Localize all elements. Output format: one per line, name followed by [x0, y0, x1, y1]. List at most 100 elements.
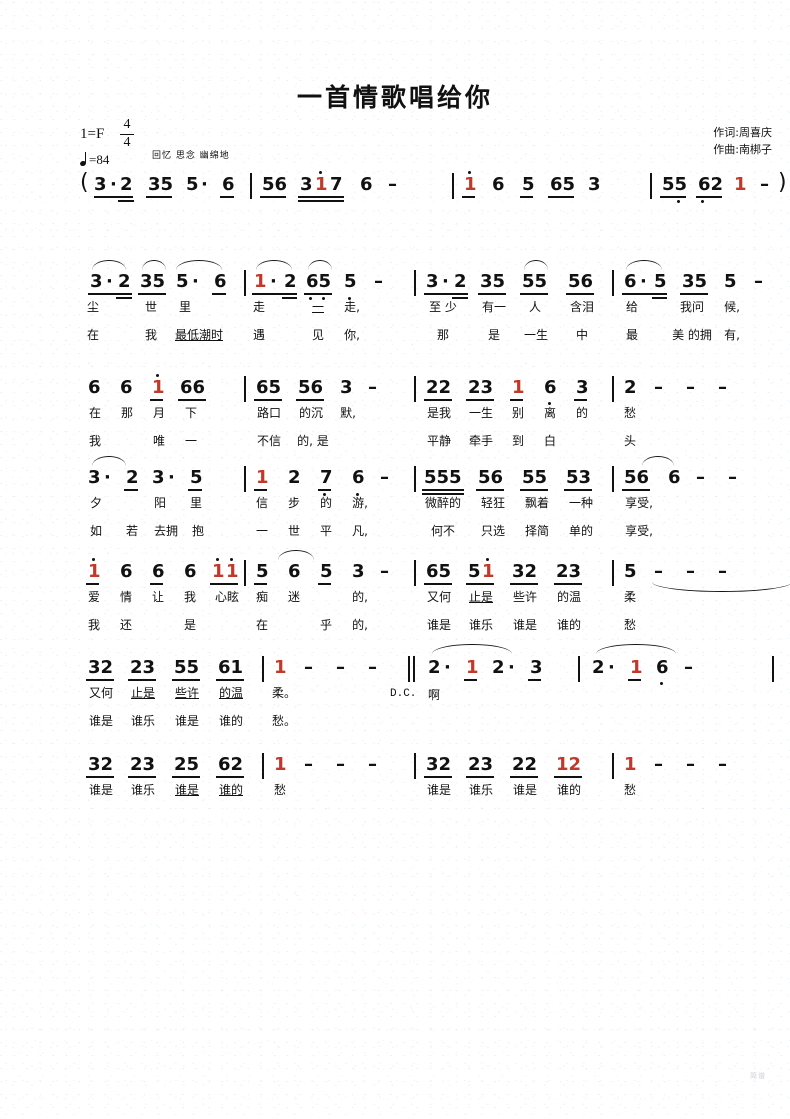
note: 1: [624, 754, 637, 775]
note: 6: [352, 467, 365, 488]
barline: [612, 376, 614, 402]
lyric-line-1: 走,: [344, 300, 360, 314]
slur: [142, 260, 166, 270]
note: 1: [274, 657, 287, 678]
note: 3: [530, 657, 543, 678]
lyric-line-2: 唯: [152, 434, 165, 448]
note: 6: [544, 377, 557, 398]
note: 6: [184, 561, 197, 582]
lyric-line-1: 阳: [153, 496, 166, 510]
slur: [626, 260, 662, 270]
lyric-line-1: 谁的: [218, 783, 243, 797]
lyric-line-1: 的温: [556, 590, 581, 604]
expression-marking: 回忆 思念 幽绵地: [152, 151, 230, 161]
note: 6: [120, 561, 133, 582]
note: 6: [288, 561, 301, 582]
sustain-dash: –: [304, 754, 313, 775]
note: 3: [300, 174, 313, 195]
lyric-line-2: 谁乐: [468, 618, 493, 632]
lyric-line-2: 美 的拥: [672, 328, 712, 342]
note: 6: [120, 377, 133, 398]
slur: [256, 260, 292, 270]
note: 2: [126, 467, 139, 488]
note: 35: [480, 271, 506, 292]
beam: [282, 297, 297, 299]
augmentation-dot: ·: [608, 657, 615, 678]
lyric-line-2: 的,: [352, 618, 368, 632]
lyric-line-1: 月: [152, 406, 165, 420]
note: 7: [320, 467, 333, 488]
beam: [254, 583, 267, 585]
beam: [216, 776, 244, 778]
sustain-dash: –: [686, 377, 695, 398]
note: 23: [468, 754, 494, 775]
lyric-line-1: 里: [189, 496, 202, 510]
note: 35: [682, 271, 708, 292]
note: 56: [478, 467, 504, 488]
beam: [254, 399, 282, 401]
lyric-line-1: 步: [287, 496, 300, 510]
note: 5: [256, 561, 269, 582]
lyric-line-1: 我问: [679, 300, 704, 314]
beam: [88, 293, 132, 295]
lyric-line-2: 愁: [623, 618, 636, 632]
intro-open-paren: (: [80, 170, 89, 195]
note: 35: [140, 271, 166, 292]
note: 32: [512, 561, 538, 582]
beam: [118, 200, 134, 202]
lyric-line-1: 愁: [623, 783, 636, 797]
time-signature: 4 4: [120, 117, 134, 150]
lyric-line-1: 的沉: [298, 406, 323, 420]
lyric-line-2: 如: [89, 524, 102, 538]
barline: [414, 270, 416, 296]
barline: [414, 753, 416, 779]
lyric-line-2: 最低潮时: [174, 328, 223, 342]
lyric-line-2: 不信: [256, 434, 281, 448]
beam: [128, 776, 156, 778]
lyric-line-2: 谁乐: [130, 714, 155, 728]
credits-block: 作词:周喜庆 作曲:南梆子: [713, 124, 772, 158]
note: 1: [212, 561, 225, 582]
note: 555: [424, 467, 462, 488]
note: 22: [426, 377, 452, 398]
beam: [622, 489, 650, 491]
lyric-line-1: 路口: [256, 406, 281, 420]
beam: [520, 196, 533, 198]
note: 23: [556, 561, 582, 582]
barline: [772, 656, 774, 682]
note: 6: [624, 271, 637, 292]
lyric-line-1: 飘着: [524, 496, 549, 510]
sheet-music-page: 一首情歌唱给你 1=F 4 4 =84 回忆 思念 幽绵地 作词:周喜庆 作曲:…: [0, 0, 790, 1119]
lyric-line-1: 给: [625, 300, 638, 314]
augmentation-dot: ·: [110, 174, 117, 195]
lyric-line-1: 啊: [427, 688, 440, 702]
beam: [296, 399, 324, 401]
lyric-line-1: 微醉的: [424, 496, 461, 510]
beam: [520, 489, 548, 491]
lyric-line-2: 一生: [523, 328, 548, 342]
lyric-line-1: 别: [511, 406, 524, 420]
octave-dot-down: [660, 682, 663, 685]
beam: [548, 196, 574, 198]
note: 56: [568, 271, 594, 292]
note: 65: [256, 377, 282, 398]
beam: [318, 583, 331, 585]
lyric-line-1: 些许: [512, 590, 537, 604]
lyric-line-1: 谁是: [88, 783, 113, 797]
note: 7: [330, 174, 343, 195]
beam: [466, 399, 494, 401]
lyric-line-2: 在: [86, 328, 99, 342]
note: 65: [306, 271, 332, 292]
beam: [422, 489, 464, 491]
lyric-line-2: 愁。: [271, 714, 296, 728]
lyricist-credit: 作词:周喜庆: [713, 126, 772, 139]
lyric-line-1: 些许: [174, 686, 199, 700]
note: 12: [556, 754, 582, 775]
note: 56: [298, 377, 324, 398]
lyric-line-1: 的温: [218, 686, 243, 700]
note: 3: [340, 377, 353, 398]
beam: [178, 399, 206, 401]
note: 1: [630, 657, 643, 678]
augmentation-dot: ·: [201, 174, 208, 195]
note: 3: [94, 174, 107, 195]
